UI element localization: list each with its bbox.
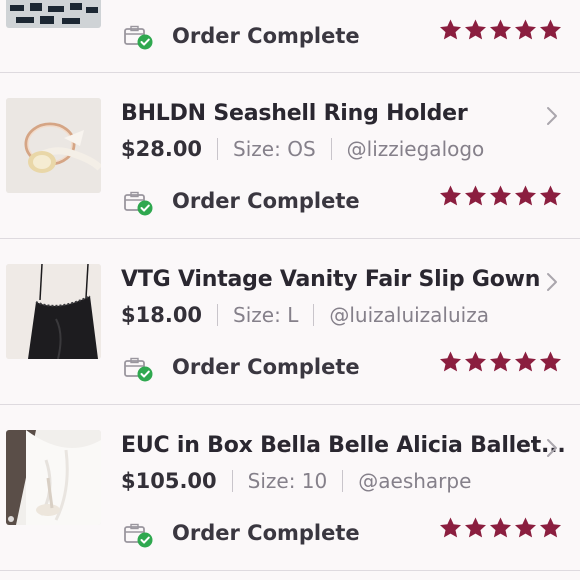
order-status: Order Complete [172, 521, 360, 545]
star-icon [490, 517, 511, 538]
package-check-icon [124, 191, 153, 216]
chevron-right-icon[interactable] [544, 271, 560, 293]
star-icon [540, 517, 561, 538]
chevron-right-icon[interactable] [544, 105, 560, 127]
price: $28.00 [121, 137, 203, 161]
star-icon [440, 19, 461, 40]
divider [217, 138, 219, 160]
product-thumbnail[interactable] [6, 430, 101, 525]
star-icon [540, 185, 561, 206]
order-meta: $28.00 Size: OS @lizziegalogo [121, 137, 484, 161]
divider [313, 304, 315, 326]
product-title[interactable]: EUC in Box Bella Belle Alicia Ballet... [121, 433, 566, 458]
rating-stars [438, 516, 563, 540]
seller-handle[interactable]: @aesharpe [358, 469, 471, 493]
star-icon [490, 351, 511, 372]
size: Size: OS [233, 137, 316, 161]
order-status: Order Complete [172, 24, 360, 48]
star-icon [515, 19, 536, 40]
order-meta: $105.00 Size: 10 @aesharpe [121, 469, 471, 493]
divider [0, 570, 580, 571]
price: $105.00 [121, 469, 217, 493]
star-icon [440, 351, 461, 372]
star-icon [490, 19, 511, 40]
divider [231, 470, 233, 492]
seller-handle[interactable]: @lizziegalogo [347, 137, 485, 161]
product-thumbnail[interactable] [6, 264, 101, 359]
package-check-icon [124, 523, 153, 548]
order-meta: $18.00 Size: L @luizaluizaluiza [121, 303, 489, 327]
star-icon [540, 19, 561, 40]
size: Size: 10 [247, 469, 328, 493]
product-thumbnail[interactable] [6, 98, 101, 193]
order-item[interactable]: BHLDN Seashell Ring Holder $28.00 Size: … [0, 73, 580, 238]
star-icon [515, 185, 536, 206]
star-icon [465, 351, 486, 372]
package-check-icon [124, 357, 153, 382]
divider [342, 470, 344, 492]
price: $18.00 [121, 303, 203, 327]
divider [330, 138, 332, 160]
star-icon [540, 351, 561, 372]
star-icon [465, 517, 486, 538]
package-check-icon [124, 25, 153, 50]
star-icon [465, 185, 486, 206]
divider [217, 304, 219, 326]
star-icon [465, 19, 486, 40]
product-title[interactable]: BHLDN Seashell Ring Holder [121, 101, 468, 126]
rating-stars [438, 18, 563, 42]
star-icon [440, 517, 461, 538]
order-item[interactable]: Order Complete [0, 0, 580, 72]
star-icon [515, 517, 536, 538]
order-status: Order Complete [172, 189, 360, 213]
star-icon [515, 351, 536, 372]
rating-stars [438, 184, 563, 208]
star-icon [440, 185, 461, 206]
product-thumbnail[interactable] [6, 0, 101, 28]
product-title[interactable]: VTG Vintage Vanity Fair Slip Gown [121, 267, 540, 292]
order-status: Order Complete [172, 355, 360, 379]
size: Size: L [233, 303, 299, 327]
order-item[interactable]: VTG Vintage Vanity Fair Slip Gown $18.00… [0, 239, 580, 404]
order-item[interactable]: EUC in Box Bella Belle Alicia Ballet... … [0, 405, 580, 570]
rating-stars [438, 350, 563, 374]
star-icon [490, 185, 511, 206]
chevron-right-icon[interactable] [544, 437, 560, 459]
seller-handle[interactable]: @luizaluizaluiza [329, 303, 489, 327]
